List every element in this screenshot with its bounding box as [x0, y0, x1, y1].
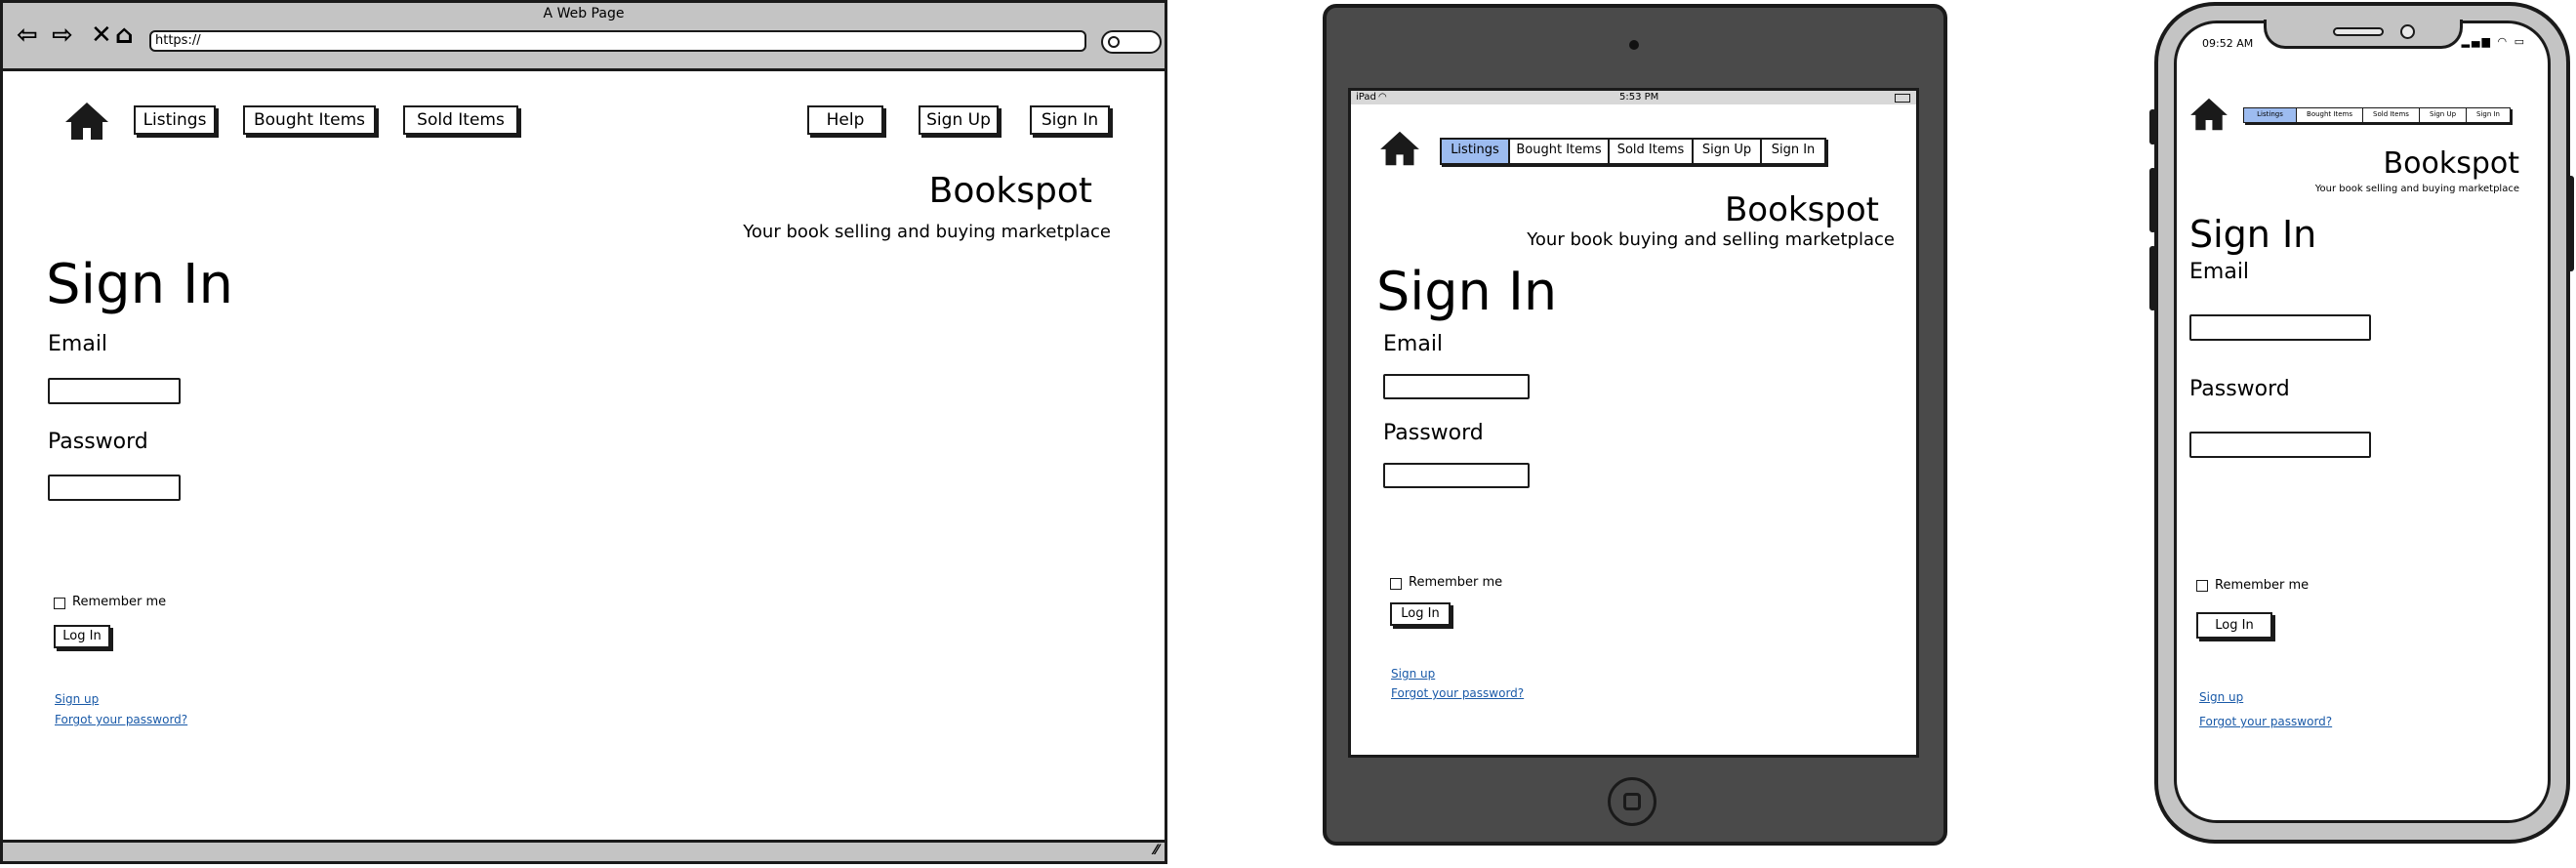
home-icon[interactable]	[1378, 130, 1421, 167]
email-input[interactable]	[48, 378, 181, 404]
forgot-password-link[interactable]: Forgot your password?	[1391, 686, 1524, 700]
signal-icon: ▂▄▆	[2461, 35, 2492, 48]
forgot-password-link[interactable]: Forgot your password?	[55, 713, 187, 726]
tagline: Your book selling and buying marketplace	[743, 222, 1111, 242]
email-label: Email	[48, 332, 108, 356]
window-title: A Web Page	[543, 6, 625, 21]
browser-titlebar: A Web Page ⇦ ⇨ ✕ ⌂ https://	[3, 3, 1165, 71]
remember-me-checkbox[interactable]	[54, 598, 65, 609]
sign-up-link[interactable]: Sign up	[1391, 667, 1435, 681]
tab-sign-in[interactable]: Sign In	[1762, 140, 1824, 163]
tab-listings[interactable]: Listings	[1442, 140, 1510, 163]
phone-screen: 09:52 AM ▂▄▆ ◠ ▭ Listings Bought Items S…	[2174, 21, 2551, 823]
device-label: iPad	[1356, 92, 1376, 103]
remember-me-checkbox[interactable]	[2196, 580, 2208, 592]
wifi-icon: ◠	[1378, 92, 1387, 103]
forgot-password-link[interactable]: Forgot your password?	[2199, 715, 2332, 728]
home-square-icon	[1623, 793, 1641, 810]
nav-help-button[interactable]: Help	[807, 105, 883, 135]
sign-up-link[interactable]: Sign up	[55, 692, 99, 706]
phone-camera-icon	[2400, 24, 2415, 39]
back-arrow-icon[interactable]: ⇦	[17, 22, 38, 48]
login-button[interactable]: Log In	[54, 625, 110, 648]
remember-me-label: Remember me	[1409, 575, 1503, 590]
url-bar[interactable]: https://	[149, 30, 1086, 52]
tablet-home-button[interactable]	[1608, 777, 1656, 826]
resize-grip-icon[interactable]: ⁄⁄	[1154, 843, 1159, 858]
brand-title: Bookspot	[2383, 146, 2519, 181]
search-icon	[1108, 36, 1120, 48]
page-title: Sign In	[1376, 261, 1558, 322]
brand-title: Bookspot	[928, 171, 1092, 211]
tab-bought-items[interactable]: Bought Items	[1510, 140, 1610, 163]
tab-sign-up[interactable]: Sign Up	[2420, 108, 2467, 122]
browser-statusbar: ⁄⁄	[3, 840, 1165, 861]
home-icon[interactable]	[63, 101, 110, 142]
search-field[interactable]	[1101, 30, 1162, 54]
tagline: Your book selling and buying marketplace	[2314, 184, 2519, 194]
nav-sign-up-button[interactable]: Sign Up	[919, 105, 999, 135]
battery-icon: ▭	[2514, 35, 2526, 48]
remember-me-label: Remember me	[72, 595, 167, 609]
nav-sold-items-button[interactable]: Sold Items	[403, 105, 518, 135]
tagline: Your book buying and selling marketplace	[1527, 229, 1895, 250]
status-time: 09:52 AM	[2202, 37, 2254, 50]
tablet-camera-icon	[1629, 40, 1639, 50]
home-icon[interactable]	[2188, 97, 2229, 132]
password-input[interactable]	[48, 475, 181, 501]
login-button[interactable]: Log In	[1390, 602, 1451, 626]
tab-sign-up[interactable]: Sign Up	[1694, 140, 1762, 163]
tab-bought-items[interactable]: Bought Items	[2297, 108, 2363, 122]
desktop-browser-window: A Web Page ⇦ ⇨ ✕ ⌂ https:// Listings Bou…	[0, 0, 1167, 864]
email-label: Email	[2189, 260, 2250, 284]
password-input[interactable]	[1383, 463, 1530, 488]
battery-icon	[1895, 94, 1910, 103]
phone-nav-tabs: Listings Bought Items Sold Items Sign Up…	[2243, 107, 2511, 123]
remember-me-checkbox[interactable]	[1390, 578, 1402, 590]
tab-sold-items[interactable]: Sold Items	[1610, 140, 1694, 163]
wifi-icon: ◠	[2497, 35, 2510, 48]
password-label: Password	[1383, 421, 1484, 445]
login-button[interactable]: Log In	[2196, 612, 2272, 639]
forward-arrow-icon[interactable]: ⇨	[52, 22, 73, 48]
page-title: Sign In	[2189, 213, 2317, 256]
email-label: Email	[1383, 332, 1444, 356]
tablet-nav-tabs: Listings Bought Items Sold Items Sign Up…	[1440, 138, 1826, 165]
remember-me-label: Remember me	[2215, 578, 2310, 593]
nav-sign-in-button[interactable]: Sign In	[1030, 105, 1110, 135]
brand-title: Bookspot	[1724, 190, 1879, 229]
page-title: Sign In	[46, 253, 233, 316]
close-x-icon[interactable]: ✕	[91, 22, 112, 48]
sign-up-link[interactable]: Sign up	[2199, 690, 2243, 704]
tablet-statusbar: iPad ◠ 5:53 PM	[1351, 91, 1916, 104]
tab-sold-items[interactable]: Sold Items	[2363, 108, 2420, 122]
status-icons: ▂▄▆ ◠ ▭	[2462, 35, 2526, 48]
nav-listings-button[interactable]: Listings	[134, 105, 216, 135]
phone-speaker	[2333, 27, 2384, 36]
email-input[interactable]	[2189, 314, 2371, 341]
password-label: Password	[48, 430, 148, 454]
nav-bought-items-button[interactable]: Bought Items	[243, 105, 376, 135]
tab-sign-in[interactable]: Sign In	[2467, 108, 2510, 122]
home-outline-icon[interactable]: ⌂	[115, 22, 134, 48]
email-input[interactable]	[1383, 374, 1530, 399]
tab-listings[interactable]: Listings	[2244, 108, 2297, 122]
password-label: Password	[2189, 377, 2290, 401]
password-input[interactable]	[2189, 432, 2371, 458]
tablet-screen: iPad ◠ 5:53 PM Listings Bought Items Sol…	[1348, 88, 1919, 758]
status-time: 5:53 PM	[1619, 92, 1659, 103]
